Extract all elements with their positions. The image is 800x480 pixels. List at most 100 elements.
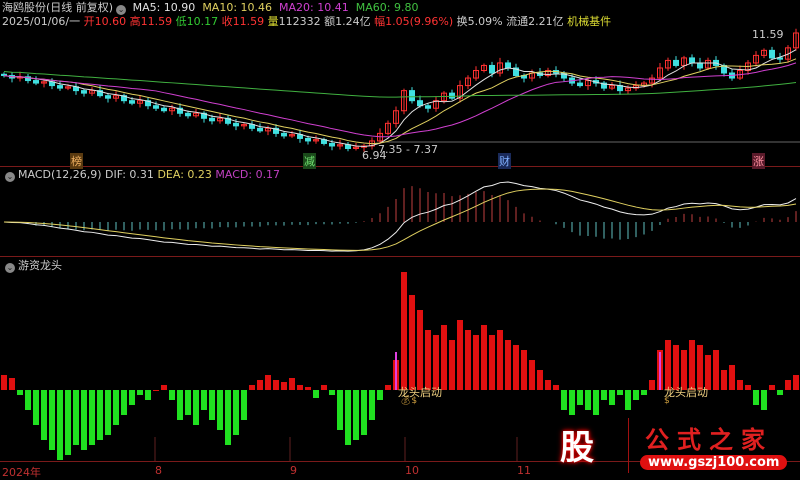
candle: [161, 107, 167, 112]
indicator-bar: [761, 390, 767, 410]
x-label: 2024年: [2, 466, 41, 479]
indicator-bar: [49, 390, 55, 450]
indicator-bar: [185, 390, 191, 415]
watermark-logo: 股: [560, 428, 594, 468]
indicator-bar: [497, 330, 503, 390]
indicator-bar: [537, 370, 543, 390]
indicator-bar: [737, 380, 743, 390]
indicator-bar: [113, 390, 119, 425]
candle: [329, 142, 335, 147]
indicator-bar: [489, 335, 495, 390]
indicator-bar: [465, 330, 471, 390]
candle: [305, 137, 311, 142]
indicator-bar: [17, 390, 23, 395]
indicator-bar: [145, 390, 151, 400]
marker-bang[interactable]: 榜: [70, 153, 83, 169]
indicator-bar: [777, 390, 783, 395]
indicator-bar: [377, 390, 383, 400]
candle: [673, 59, 679, 66]
indicator-bar: [609, 390, 615, 405]
indicator-bar: [313, 390, 319, 398]
indicator-bar: [281, 382, 287, 390]
indicator-bar: [153, 390, 159, 391]
indicator-bar: [129, 390, 135, 405]
candle: [257, 127, 263, 132]
indicator-bar: [473, 335, 479, 390]
dea-line: [3, 188, 797, 251]
indicator-bar: [73, 390, 79, 445]
watermark-divider: [628, 418, 629, 473]
indicator-bar: [417, 310, 423, 390]
indicator-bar: [161, 385, 167, 390]
candle: [81, 90, 87, 94]
indicator-bar: [441, 325, 447, 390]
indicator-bar: [225, 390, 231, 445]
indicator-bar: [753, 390, 759, 405]
indicator-bar: [329, 390, 335, 395]
money-bag-icon: 💰︎$: [400, 396, 418, 406]
indicator-bar: [241, 390, 247, 420]
dropdown-icon[interactable]: ⌄: [5, 263, 15, 273]
indicator-bar: [65, 390, 71, 455]
indicator-bar: [289, 378, 295, 390]
indicator-bar: [545, 380, 551, 390]
candle: [129, 100, 135, 104]
indicator-bar: [505, 340, 511, 390]
indicator-bar: [553, 385, 559, 390]
candle: [577, 82, 583, 87]
indicator-bar: [785, 380, 791, 390]
range-label: 7.35 - 7.37: [378, 143, 438, 156]
indicator-bar: [257, 380, 263, 390]
indicator-bar: [433, 335, 439, 390]
signal-mark: [659, 352, 661, 390]
indicator-bar: [449, 340, 455, 390]
panel-divider: [0, 256, 800, 257]
indicator-bar: [425, 330, 431, 390]
candle: [153, 105, 159, 109]
indicator-bar: [337, 390, 343, 430]
candle: [57, 85, 63, 89]
dropdown-icon[interactable]: ⌄: [5, 172, 15, 182]
indicator-bar: [649, 380, 655, 390]
candle: [185, 112, 191, 117]
indicator-bar: [521, 350, 527, 390]
indicator-bar: [641, 390, 647, 395]
indicator-bar: [617, 390, 623, 395]
money-bag-icon: $: [664, 396, 670, 406]
x-label: 9: [290, 464, 297, 477]
indicator-bar: [513, 345, 519, 390]
ma10-line: [3, 58, 797, 145]
dea-value: DEA: 0.23: [157, 168, 212, 181]
indicator-bar: [633, 390, 639, 400]
marker-zhang[interactable]: 涨: [752, 153, 765, 169]
indicator-bar: [481, 325, 487, 390]
indicator-bar: [209, 390, 215, 420]
indicator-bar: [585, 390, 591, 410]
candle: [425, 105, 431, 109]
candle: [489, 64, 495, 74]
indicator-bar: [577, 390, 583, 405]
macd-title[interactable]: MACD(12,26,9): [18, 168, 102, 181]
indicator-bar: [321, 385, 327, 390]
candle: [417, 100, 423, 107]
indicator-bar: [793, 375, 799, 390]
candle: [697, 62, 703, 69]
indicator-bar: [97, 390, 103, 440]
x-label: 8: [155, 464, 162, 477]
dif-value: DIF: 0.31: [105, 168, 154, 181]
indicator-bar: [57, 390, 63, 460]
indicator-bar: [81, 390, 87, 450]
macd-header: ⌄ MACD(12,26,9) DIF: 0.31 DEA: 0.23 MACD:…: [2, 168, 280, 182]
indicator-bar: [169, 390, 175, 400]
candle: [449, 92, 455, 99]
indicator-title[interactable]: 游资龙头: [18, 259, 62, 272]
indicator-bar: [1, 375, 7, 390]
indicator-bar: [249, 385, 255, 390]
marker-cai[interactable]: 财: [498, 153, 511, 169]
indicator-bar: [105, 390, 111, 435]
indicator-bar: [369, 390, 375, 420]
candle: [33, 80, 39, 84]
indicator-bar: [233, 390, 239, 435]
marker-jian[interactable]: 减: [303, 153, 316, 169]
x-label: 10: [405, 464, 419, 477]
